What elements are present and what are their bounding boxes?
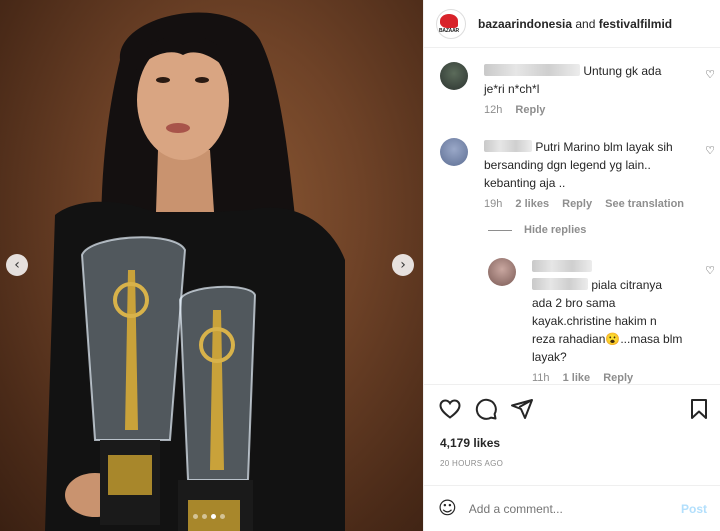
comment-line: kebanting aja .. [484, 176, 566, 190]
share-send-icon[interactable] [510, 397, 534, 421]
post-header: BAZAAR bazaarindonesia and festivalfilmi… [424, 0, 720, 48]
like-comment-heart-icon[interactable]: ♡ [705, 144, 715, 157]
carousel-next-button[interactable]: › [392, 254, 414, 276]
header-and: and [575, 16, 596, 31]
reply-button[interactable]: Reply [603, 372, 633, 384]
carousel-dot [202, 514, 207, 519]
blurred-username[interactable] [484, 140, 532, 152]
comment-line: kayak.christine hakim n [532, 314, 657, 328]
post-date[interactable]: 20 HOURS AGO [440, 459, 503, 468]
commenter-avatar[interactable] [488, 258, 516, 286]
header-accounts: bazaarindonesia and festivalfilmid [478, 17, 672, 31]
comment-text: Putri Marino blm layak sih bersanding dg… [484, 138, 694, 192]
comment-line: bersanding dgn legend yg lain.. [484, 158, 651, 172]
add-comment-bar: ☺ Post [424, 485, 720, 531]
comment-likes[interactable]: 2 likes [515, 198, 549, 210]
comment-line: je*ri n*ch*l [484, 82, 540, 96]
comment-line: ...masa blm [620, 332, 683, 346]
post-actions [424, 384, 720, 434]
carousel-dot-active [211, 514, 216, 519]
post-photo[interactable]: ‹ › [0, 0, 423, 531]
comment-meta: 12h Reply [484, 104, 684, 116]
comment-bubble-icon[interactable] [474, 397, 498, 421]
comment-line: reza rahadian [532, 332, 606, 346]
comment-line: layak? [532, 350, 567, 364]
comment-meta: 11h 1 like Reply [532, 372, 692, 384]
emoji-picker-icon[interactable]: ☺ [438, 498, 457, 519]
divider-line [488, 229, 512, 231]
photo-illustration [45, 12, 345, 531]
like-comment-heart-icon[interactable]: ♡ [705, 264, 715, 277]
see-translation-button[interactable]: See translation [605, 198, 684, 210]
comment-item: Untung gk ada je*ri n*ch*l 12h Reply [484, 62, 684, 116]
commenter-avatar[interactable] [440, 62, 468, 90]
account-link-1[interactable]: bazaarindonesia [478, 17, 572, 31]
account-avatar[interactable]: BAZAAR [436, 8, 466, 39]
brand-logo-icon [440, 13, 458, 28]
comments-list[interactable]: Untung gk ada je*ri n*ch*l 12h Reply ♡ P… [424, 48, 720, 384]
hide-replies-button[interactable]: Hide replies [488, 224, 586, 236]
hide-replies-label: Hide replies [524, 224, 587, 236]
blurred-username[interactable] [484, 64, 580, 76]
comment-likes[interactable]: 1 like [563, 372, 591, 384]
like-heart-icon[interactable] [438, 397, 462, 421]
account-link-2[interactable]: festivalfilmid [599, 17, 672, 31]
comment-time: 19h [484, 198, 503, 210]
reply-button[interactable]: Reply [562, 198, 592, 210]
like-comment-heart-icon[interactable]: ♡ [705, 68, 715, 81]
comment-text: Untung gk ada je*ri n*ch*l [484, 62, 684, 98]
comment-time: 12h [484, 104, 503, 116]
comment-line: Putri Marino blm layak sih [535, 140, 673, 154]
logo-text: BAZAAR [439, 27, 459, 34]
comment-time: 11h [532, 372, 550, 384]
blurred-username[interactable] [532, 260, 592, 272]
comment-line: Untung gk ada [583, 64, 662, 78]
post-comment-button[interactable]: Post [681, 502, 707, 516]
carousel-dot [220, 514, 225, 519]
comment-meta: 19h 2 likes Reply See translation [484, 198, 694, 210]
likes-count[interactable]: 4,179 likes [440, 436, 500, 450]
reply-item: piala citranya ada 2 bro sama kayak.chri… [532, 258, 692, 384]
carousel-dots [193, 514, 225, 519]
blurred-username-2 [532, 278, 588, 290]
carousel-prev-button[interactable]: ‹ [6, 254, 28, 276]
comment-item: Putri Marino blm layak sih bersanding dg… [484, 138, 694, 210]
post-side-panel: BAZAAR bazaarindonesia and festivalfilmi… [423, 0, 720, 531]
comment-text: piala citranya ada 2 bro sama kayak.chri… [532, 258, 692, 366]
comment-input[interactable] [468, 501, 681, 516]
comment-line: ada 2 bro sama [532, 296, 616, 310]
save-bookmark-icon[interactable] [688, 397, 710, 421]
commenter-avatar[interactable] [440, 138, 468, 166]
astonished-emoji-icon: 😮 [605, 332, 621, 346]
comment-line: piala citranya [591, 278, 663, 292]
reply-button[interactable]: Reply [515, 104, 545, 116]
carousel-dot [193, 514, 198, 519]
